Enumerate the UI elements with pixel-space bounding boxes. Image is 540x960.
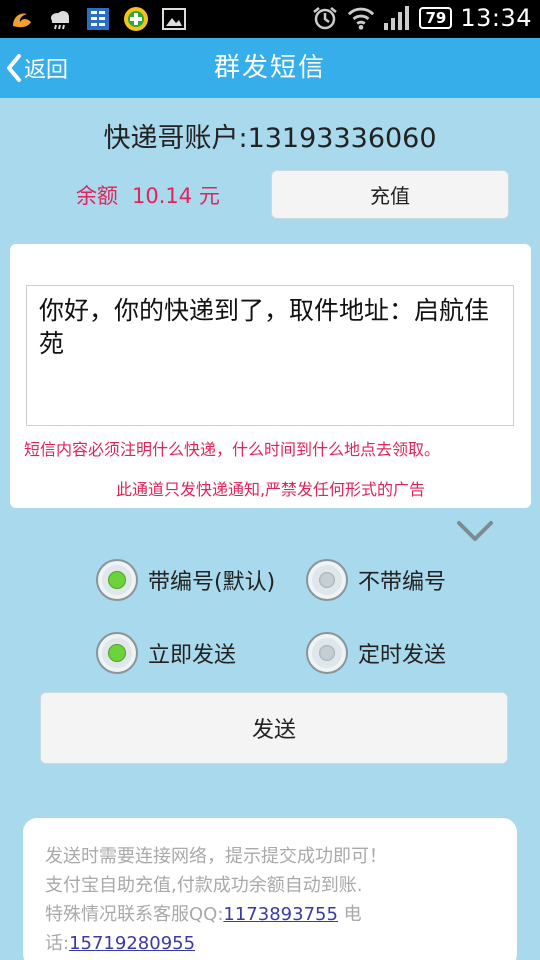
system-indicators: 79 13:34 [311, 4, 532, 32]
ad-warning: 此通道只发快递通知,严禁发任何形式的广告 [115, 480, 426, 499]
balance-amount: 10.14 [132, 184, 193, 208]
radio-button[interactable] [306, 559, 348, 601]
notice-panel: 发送时需要连接网络，提示提交成功即可！ 支付宝自助充值,付款成功余额自动到账. … [23, 818, 517, 960]
account-number: 快递哥账户:13193336060 [103, 123, 437, 154]
chevron-down-icon[interactable] [455, 518, 495, 546]
cloud-icon [46, 5, 74, 33]
chevron-left-icon [7, 54, 21, 82]
radio-button[interactable] [96, 632, 138, 674]
radio-with-number[interactable]: 带编号(默认) [96, 559, 275, 601]
radio-scheduled-send[interactable]: 定时发送 [306, 632, 446, 674]
radio-label: 不带编号 [358, 570, 447, 595]
radio-button[interactable] [96, 559, 138, 601]
notification-icons [8, 5, 188, 33]
balance-label: 余额 [76, 184, 118, 208]
content-hint: 短信内容必须注明什么快递，什么时间到什么地点去领取。 [24, 440, 441, 459]
qq-label: 特殊情况联系客服QQ: [45, 904, 224, 925]
signal-icon [383, 4, 411, 32]
back-label: 返回 [24, 58, 69, 83]
balance: 余额 10.14 元 [76, 180, 220, 210]
radio-without-number[interactable]: 不带编号 [306, 559, 446, 601]
game-icon [122, 5, 150, 33]
wifi-icon [347, 4, 375, 32]
battery-indicator: 79 [419, 7, 453, 29]
notice-line: 发送时需要连接网络，提示提交成功即可！ [45, 846, 387, 867]
app-grid-icon [84, 5, 112, 33]
back-button[interactable]: 返回 [6, 50, 68, 86]
recharge-button[interactable]: 充值 [271, 170, 509, 219]
radio-label: 带编号(默认) [148, 570, 276, 595]
message-card: 短信内容必须注明什么快递，什么时间到什么地点去领取。 此通道只发快递通知,严禁发… [10, 244, 531, 508]
radio-label: 定时发送 [358, 643, 447, 668]
notice-line: 支付宝自助充值,付款成功余额自动到账. [45, 875, 363, 896]
message-input[interactable] [26, 285, 514, 426]
balance-unit: 元 [198, 184, 220, 208]
send-button[interactable]: 发送 [40, 692, 508, 764]
alarm-icon [311, 4, 339, 32]
status-bar: 79 13:34 [0, 0, 540, 38]
clock: 13:34 [460, 4, 532, 32]
radio-button[interactable] [306, 632, 348, 674]
phone-link[interactable]: 15719280955 [69, 933, 195, 954]
uc-browser-icon [8, 5, 36, 33]
page-title: 群发短信 [213, 53, 326, 83]
image-icon [160, 5, 188, 33]
qq-link[interactable]: 1173893755 [223, 904, 338, 925]
contact-line: 特殊情况联系客服QQ:1173893755 电话:15719280955 [45, 900, 495, 958]
radio-send-now[interactable]: 立即发送 [96, 632, 236, 674]
radio-label: 立即发送 [148, 643, 237, 668]
title-bar: 群发短信 返回 [0, 38, 540, 98]
